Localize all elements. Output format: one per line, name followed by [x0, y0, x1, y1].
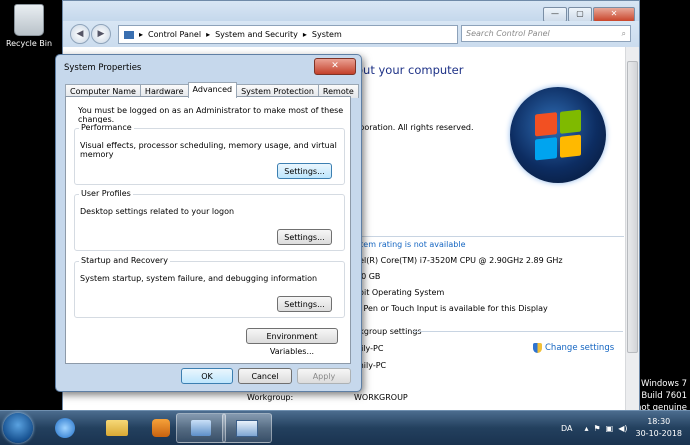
minimize-button[interactable]: — [543, 7, 567, 22]
system-type-value: -bit Operating System [356, 288, 445, 297]
title-bar: — ▢ ✕ [63, 1, 639, 22]
apply-button[interactable]: Apply [297, 368, 351, 384]
system-tray: DA ▴ ⚑ ▣ ◀) 18:30 30-10-2018 [561, 411, 690, 445]
performance-settings-button[interactable]: Settings... [277, 163, 332, 179]
network-icon[interactable]: ▣ [606, 424, 614, 433]
forward-button[interactable]: ▶ [91, 24, 111, 44]
volume-icon[interactable]: ◀) [618, 424, 627, 433]
section-title: rkgroup settings [356, 327, 422, 336]
shield-icon [533, 343, 542, 353]
watermark-line: Windows 7 [640, 379, 687, 389]
processor-value: tel(R) Core(TM) i7-3520M CPU @ 2.90GHz 2… [356, 256, 563, 265]
taskbar-control-panel[interactable] [176, 413, 226, 443]
cancel-button[interactable]: Cancel [238, 368, 292, 384]
advanced-panel: You must be logged on as an Administrato… [65, 96, 351, 364]
search-icon: ⌕ [621, 28, 626, 38]
group-description: Desktop settings related to your logon [80, 207, 235, 216]
folder-icon [124, 30, 134, 39]
group-title: Performance [79, 123, 134, 132]
close-button[interactable]: ✕ [593, 7, 635, 22]
clock-date: 30-10-2018 [635, 429, 683, 438]
page-title: out your computer [356, 63, 464, 77]
dialog-close-button[interactable]: ✕ [314, 58, 356, 75]
admin-note: You must be logged on as an Administrato… [78, 106, 344, 124]
system-properties-dialog: System Properties ✕ Computer Name Hardwa… [55, 54, 362, 392]
windows-logo [510, 87, 606, 183]
system-rating-link[interactable]: stem rating is not available [356, 240, 466, 249]
divider [413, 331, 623, 332]
ok-button[interactable]: OK [181, 368, 233, 384]
startup-recovery-settings-button[interactable]: Settings... [277, 296, 332, 312]
breadcrumb-item[interactable]: Control Panel [148, 30, 201, 39]
performance-group: Performance Visual effects, processor sc… [74, 123, 345, 185]
taskbar-system-properties[interactable] [222, 413, 272, 443]
environment-variables-button[interactable]: Environment Variables... [246, 328, 338, 356]
taskbar-ie[interactable] [40, 413, 90, 443]
group-title: User Profiles [79, 189, 133, 198]
tab-advanced[interactable]: Advanced [187, 82, 238, 98]
scrollbar[interactable] [625, 47, 639, 411]
startup-recovery-group: Startup and Recovery System startup, sys… [74, 256, 345, 318]
taskbar: DA ▴ ⚑ ▣ ◀) 18:30 30-10-2018 [0, 410, 690, 445]
group-description: System startup, system failure, and debu… [80, 274, 318, 283]
back-button[interactable]: ◀ [70, 24, 90, 44]
breadcrumb-separator: ▸ [302, 30, 307, 39]
clock-time: 18:30 [647, 417, 671, 426]
dialog-title: System Properties [64, 63, 142, 73]
recycle-bin[interactable]: Recycle Bin [4, 4, 54, 48]
copyright-text: rporation. All rights reserved. [356, 123, 474, 132]
folder-icon [106, 420, 128, 436]
workgroup-value: WORKGROUP [354, 393, 408, 402]
change-settings-link[interactable]: Change settings [533, 343, 614, 353]
breadcrumb-item[interactable]: System and Security [215, 30, 298, 39]
pen-touch-value: o Pen or Touch Input is available for th… [356, 304, 548, 313]
scroll-thumb[interactable] [627, 61, 638, 353]
media-player-icon [152, 419, 170, 437]
flag-icon[interactable]: ⚑ [593, 424, 600, 433]
address-bar[interactable]: ▸ Control Panel ▸ System and Security ▸ … [118, 25, 458, 44]
watermark: Windows 7 Build 7601 not genuine [636, 378, 687, 414]
breadcrumb-item[interactable]: System [312, 30, 342, 39]
recycle-bin-icon [14, 4, 44, 36]
breadcrumb-separator: ▸ [139, 30, 144, 39]
computer-icon [236, 419, 258, 437]
maximize-button[interactable]: ▢ [568, 7, 592, 22]
divider [356, 236, 624, 237]
control-panel-icon [191, 420, 211, 436]
group-description: Visual effects, processor scheduling, me… [80, 141, 337, 159]
internet-explorer-icon [55, 418, 75, 438]
tray-arrow-icon[interactable]: ▴ [584, 424, 588, 433]
workgroup-label: Workgroup: [247, 393, 294, 402]
recycle-bin-label: Recycle Bin [5, 39, 53, 48]
breadcrumb-separator: ▸ [206, 30, 211, 39]
navigation-bar: ◀ ▶ ▸ Control Panel ▸ System and Securit… [63, 21, 639, 47]
taskbar-explorer[interactable] [92, 413, 142, 443]
group-title: Startup and Recovery [79, 256, 170, 265]
clock[interactable]: 18:30 30-10-2018 [636, 416, 683, 440]
search-input[interactable]: Search Control Panel ⌕ [461, 25, 631, 42]
search-placeholder: Search Control Panel [466, 29, 550, 38]
watermark-line: Build 7601 [641, 391, 687, 401]
language-indicator[interactable]: DA [561, 424, 573, 433]
start-button[interactable] [3, 413, 33, 443]
change-settings-label: Change settings [545, 343, 615, 353]
user-profiles-group: User Profiles Desktop settings related t… [74, 189, 345, 251]
user-profiles-settings-button[interactable]: Settings... [277, 229, 332, 245]
